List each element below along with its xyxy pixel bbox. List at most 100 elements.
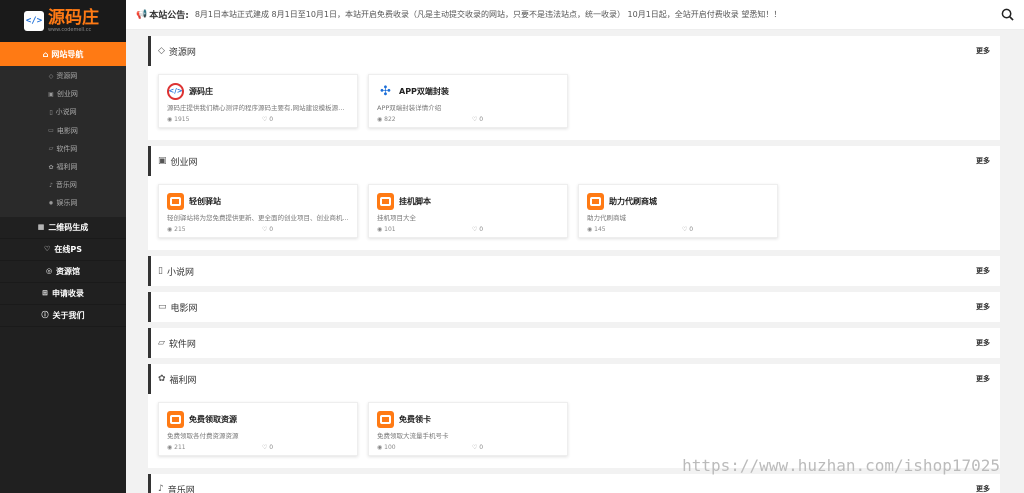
notice-bar: 📢 本站公告: 8月1日本站正式建成 8月1日至10月1日，本站开启免费收录（凡… [126,0,1024,30]
section-title: 创业网 [170,157,198,168]
card-description: APP双端封装详情介绍 [377,104,442,112]
heart-icon: ♡ [44,245,51,253]
sidebar-sub-item[interactable]: ◇ 资源网 [0,67,126,85]
site-card[interactable]: 助力代刷商城 助力代刷商城 ◉ 145 ♡ 0 [578,184,778,238]
sidebar-sub-item-label: 电影网 [56,126,78,135]
card-description: 免费领取大流量手机号卡 [377,432,449,440]
megaphone-icon: 📢 [136,9,148,20]
more-link[interactable]: 更多 [976,156,990,166]
category-section: ▱ 软件网 更多 [148,328,1000,358]
sidebar: </> 源码庄 www.codemell.cc ⌂ 网站导航 ◇ 资源网 ▣ 创业网 ▯… [0,0,126,493]
sidebar-main-item[interactable]: ◎ 资源馆 [0,261,126,283]
category-section: ▭ 电影网 更多 [148,292,1000,322]
card-description: 挂机项目大全 [377,214,416,222]
section-header: ▯ 小说网 更多 [148,256,1000,286]
section-title: 电影网 [170,303,198,314]
more-link[interactable]: 更多 [976,484,990,493]
sidebar-sub-item[interactable]: ✿ 福利网 [0,158,126,176]
view-count: ◉ 1915 [167,116,190,123]
info-icon: ⓘ [41,311,49,319]
monitor-icon: ▭ [158,302,167,312]
sidebar-sub-item[interactable]: ▱ 软件网 [0,140,126,158]
section-header: ◇ 资源网 更多 [148,36,1000,66]
monitor-icon: ▭ [48,127,54,135]
tv-logo-icon [167,192,184,210]
sidebar-sub-item-label: 小说网 [55,108,77,117]
more-link[interactable]: 更多 [976,302,990,312]
like-count[interactable]: ♡ 0 [262,444,273,451]
sidebar-sub-item[interactable]: ▭ 电影网 [0,122,126,140]
like-count[interactable]: ♡ 0 [682,226,693,233]
plus-square-icon: ⊞ [42,289,48,297]
section-title: 福利网 [169,375,197,386]
sidebar-head-label: 网站导航 [51,49,84,59]
site-card[interactable]: 免费领卡 免费领取大流量手机号卡 ◉ 100 ♡ 0 [368,402,568,456]
more-link[interactable]: 更多 [976,266,990,276]
sidebar-head-site-nav[interactable]: ⌂ 网站导航 [0,42,126,66]
section-title: 资源网 [168,47,196,58]
view-count: ◉ 215 [167,226,186,233]
watermark-text: https://www.huzhan.com/ishop17025 [682,456,1000,475]
sidebar-main-item-label: 申请收录 [51,288,84,298]
like-count[interactable]: ♡ 0 [262,226,273,233]
like-count[interactable]: ♡ 0 [472,444,483,451]
more-link[interactable]: 更多 [976,46,990,56]
sidebar-sub-item-label: 资源网 [56,72,78,81]
tv-logo-icon [377,192,394,210]
section-title: 小说网 [166,267,194,278]
card-description: 免费领取各付费资源资源 [167,432,239,440]
sidebar-sub-item-label: 软件网 [56,144,78,153]
section-header: ▱ 软件网 更多 [148,328,1000,358]
briefcase-icon: ▣ [48,90,54,98]
sidebar-main-item-label: 资源馆 [56,266,81,276]
sidebar-sub-item-label: 音乐网 [55,181,77,190]
site-card[interactable]: 挂机脚本 挂机项目大全 ◉ 101 ♡ 0 [368,184,568,238]
site-card[interactable]: ✣ APP双端封装 APP双端封装详情介绍 ◉ 822 ♡ 0 [368,74,568,128]
notice-label: 本站公告: [149,11,189,21]
sidebar-sub-item-label: 福利网 [56,163,78,172]
category-section: ✿ 福利网 更多 免费领取资源 免费领取各付费资源资源 ◉ 211 ♡ 0 免费… [148,364,1000,468]
site-card[interactable]: 免费领取资源 免费领取各付费资源资源 ◉ 211 ♡ 0 [158,402,358,456]
diamond-icon: ◇ [48,72,54,80]
sidebar-main-list: ▦ 二维码生成 ♡ 在线PS ◎ 资源馆 ⊞ 申请收录 ⓘ 关于我们 [0,217,126,327]
view-count: ◉ 145 [587,226,606,233]
site-card[interactable]: 轻创驿站 轻创驿站将为您免费提供更新、更全面的创业项目、创业商机... ◉ 21… [158,184,358,238]
logo-title: 源码庄 [48,8,99,28]
category-section: ▯ 小说网 更多 [148,256,1000,286]
logo-subtitle: www.codemell.cc [48,27,92,33]
sidebar-sub-item[interactable]: ▯ 小说网 [0,103,126,121]
like-count[interactable]: ♡ 0 [472,116,483,123]
like-count[interactable]: ♡ 0 [472,226,483,233]
card-list: 轻创驿站 轻创驿站将为您免费提供更新、更全面的创业项目、创业商机... ◉ 21… [148,176,1000,250]
section-title: 软件网 [168,339,196,350]
section-header: ▣ 创业网 更多 [148,146,1000,176]
sidebar-sub-item[interactable]: ▣ 创业网 [0,85,126,103]
sidebar-sub-item[interactable]: ✹ 娱乐网 [0,194,126,212]
view-count: ◉ 211 [167,444,186,451]
music-icon: ♪ [49,181,53,189]
site-card[interactable]: </> 源码庄 源码庄提供我们精心测评的程序源码主要有,网站建设模板源码,... … [158,74,358,128]
sidebar-main-item[interactable]: ⊞ 申请收录 [0,283,126,305]
card-description: 轻创驿站将为您免费提供更新、更全面的创业项目、创业商机... [167,214,349,222]
search-icon[interactable] [1001,8,1014,21]
like-count[interactable]: ♡ 0 [262,116,273,123]
sidebar-main-item[interactable]: ▦ 二维码生成 [0,217,126,239]
logo-mark-icon: </> [24,11,44,31]
sidebar-main-item[interactable]: ⓘ 关于我们 [0,305,126,327]
sidebar-main-item-label: 二维码生成 [48,222,89,232]
tv-logo-icon [167,410,184,428]
view-count: ◉ 100 [377,444,396,451]
logo[interactable]: </> 源码庄 www.codemell.cc [0,0,126,42]
view-count: ◉ 822 [377,116,396,123]
sidebar-sub-item[interactable]: ♪ 音乐网 [0,176,126,194]
more-link[interactable]: 更多 [976,338,990,348]
sidebar-main-item[interactable]: ♡ 在线PS [0,239,126,261]
briefcase-icon: ▣ [158,156,167,166]
file-icon: ▯ [49,108,53,116]
more-link[interactable]: 更多 [976,374,990,384]
folder-icon: ▱ [48,145,54,153]
folder-icon: ▱ [158,338,165,348]
section-header: ▭ 电影网 更多 [148,292,1000,322]
target-icon: ◎ [45,267,53,275]
home-icon: ⌂ [42,49,49,59]
